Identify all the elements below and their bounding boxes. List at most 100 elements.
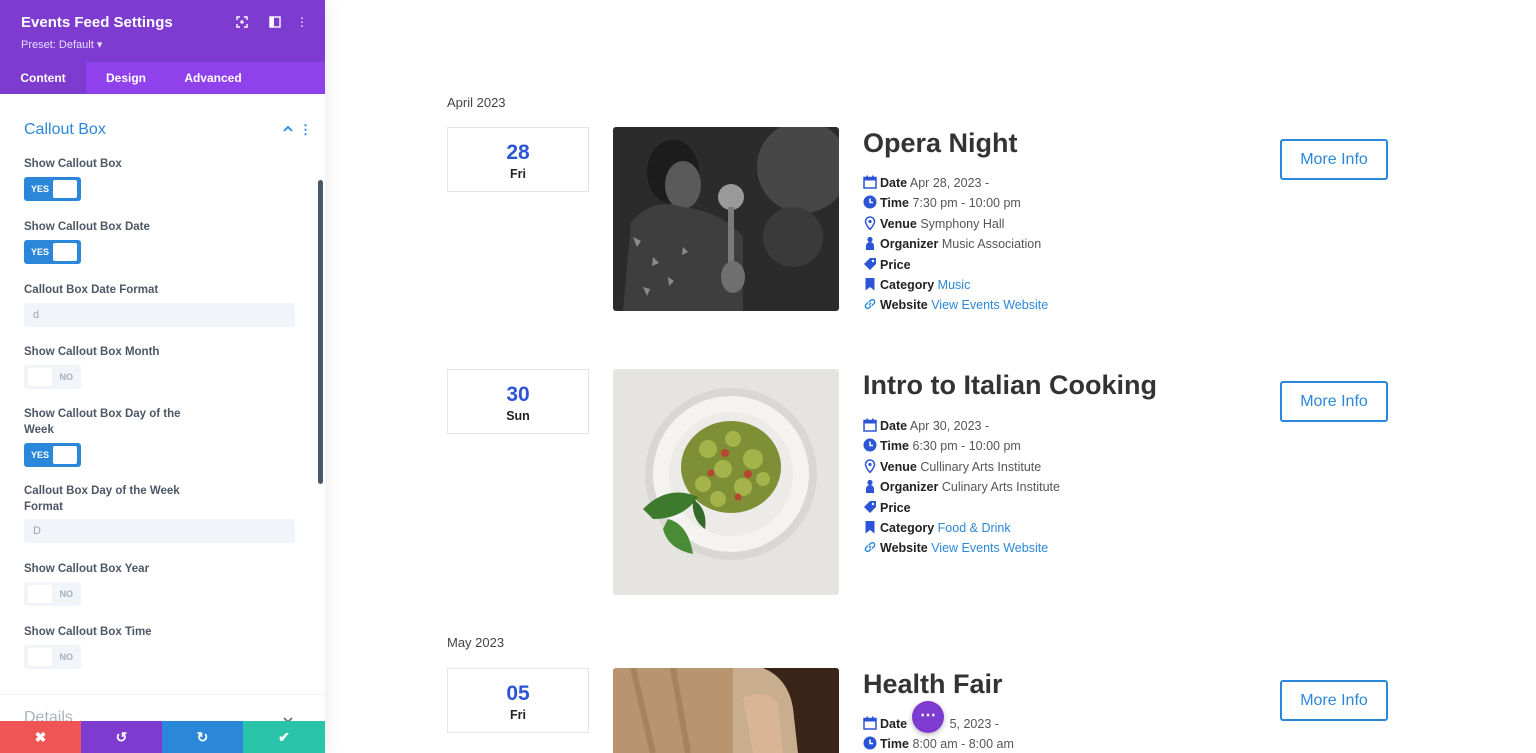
undo-button[interactable]: ↺: [81, 721, 162, 753]
setting-label: Show Callout Box Date: [24, 221, 150, 233]
map-pin-icon: [864, 216, 876, 230]
meta-key: Website: [880, 541, 928, 556]
website-link[interactable]: View Events Website: [931, 298, 1048, 312]
tab-content[interactable]: Content: [0, 62, 86, 94]
tab-design[interactable]: Design: [86, 62, 166, 94]
show-callout-box-date-toggle[interactable]: YES: [24, 240, 81, 264]
meta-key: Date: [880, 176, 908, 190]
link-icon: [864, 542, 876, 553]
user-icon: [866, 480, 874, 494]
show-callout-box-day-of-week-toggle[interactable]: YES: [24, 443, 81, 467]
setting-label: Show Callout Box Year: [24, 563, 150, 575]
meta-key: Organizer: [880, 237, 939, 252]
event-title[interactable]: Intro to Italian Cooking: [863, 370, 1157, 401]
callout-box: 30 Sun: [447, 369, 589, 434]
meta-value: Apr 30, 2023 -: [909, 419, 990, 433]
toggle-knob: [28, 648, 52, 666]
event-title[interactable]: Opera Night: [863, 128, 1018, 159]
meta-venue: Venue Cullinary Arts Institute: [863, 457, 1060, 477]
meta-category: Category Music: [863, 275, 1048, 295]
meta-price: Price: [863, 498, 1060, 518]
website-link[interactable]: View Events Website: [931, 541, 1048, 555]
meta-value: 7:30 pm - 10:00 pm: [912, 196, 1021, 211]
meta-time: Time 6:30 pm - 10:00 pm: [863, 436, 1060, 456]
setting-label: Callout Box Date Format: [24, 284, 159, 296]
settings-panel: Events Feed Settings Preset: Default ▾ ⋮…: [0, 0, 325, 753]
callout-day-of-week: Fri: [510, 708, 526, 722]
event-image-opera-singer[interactable]: [613, 127, 839, 311]
meta-key: Category: [880, 520, 935, 535]
toggle-knob: [28, 585, 52, 603]
event-meta: Date Apr 30, 2023 - Time 6:30 pm - 10:00…: [863, 416, 1060, 559]
event-image-pasta[interactable]: [613, 369, 839, 595]
event-title[interactable]: Health Fair: [863, 669, 1003, 700]
calendar-icon: [863, 175, 877, 189]
show-callout-box-month-toggle[interactable]: NO: [24, 365, 81, 389]
meta-organizer: Organizer Music Association: [863, 234, 1048, 254]
sidebar-icon[interactable]: [266, 13, 284, 31]
section-title-callout-box[interactable]: Callout Box: [24, 121, 106, 139]
clock-icon: [863, 195, 877, 209]
tag-icon: [864, 500, 876, 513]
meta-key: Price: [880, 500, 911, 515]
meta-website: Website View Events Website: [863, 538, 1060, 558]
section-divider: [0, 694, 325, 695]
toggle-state: NO: [59, 589, 74, 599]
meta-value: Symphony Hall: [920, 216, 1005, 231]
toggle-state: YES: [31, 247, 50, 257]
tab-advanced[interactable]: Advanced: [166, 62, 260, 94]
calendar-icon: [863, 716, 877, 730]
meta-key: Date: [880, 419, 908, 433]
setting-label: Show Callout Box Time: [24, 626, 152, 638]
chevron-up-icon[interactable]: [281, 122, 295, 136]
section-menu-icon[interactable]: ⋮: [299, 122, 312, 138]
preset-dropdown[interactable]: Preset: Default ▾: [21, 38, 102, 51]
ellipsis-icon[interactable]: ⋯: [912, 701, 944, 733]
meta-venue: Venue Symphony Hall: [863, 214, 1048, 234]
more-info-button[interactable]: More Info: [1280, 381, 1388, 422]
cancel-button[interactable]: ✖: [0, 721, 81, 753]
meta-category: Category Food & Drink: [863, 518, 1060, 538]
meta-value: Apr 28, 2023 -: [909, 176, 990, 190]
panel-scrollbar[interactable]: [318, 180, 323, 484]
save-button[interactable]: ✔: [243, 721, 325, 753]
more-info-button[interactable]: More Info: [1280, 680, 1388, 721]
callout-day-of-week: Sun: [506, 409, 530, 423]
meta-key: Time: [880, 196, 909, 211]
meta-price: Price: [863, 255, 1048, 275]
date-format-input[interactable]: d: [24, 303, 295, 327]
month-heading: April 2023: [447, 95, 506, 110]
more-vertical-icon[interactable]: ⋮: [293, 13, 311, 31]
toggle-state: NO: [59, 372, 74, 382]
callout-day-of-week: Fri: [510, 167, 526, 181]
show-callout-box-year-toggle[interactable]: NO: [24, 582, 81, 606]
meta-key: Venue: [880, 459, 917, 474]
clock-icon: [863, 736, 877, 750]
calendar-icon: [863, 418, 877, 432]
event-meta: Date Apr 28, 2023 - Time 7:30 pm - 10:00…: [863, 173, 1048, 316]
user-icon: [866, 237, 874, 251]
show-callout-box-time-toggle[interactable]: NO: [24, 645, 81, 669]
meta-key: Time: [880, 737, 909, 752]
show-callout-box-toggle[interactable]: YES: [24, 177, 81, 201]
callout-box: 05 Fri: [447, 668, 589, 733]
meta-value: Music Association: [941, 237, 1042, 252]
more-info-button[interactable]: More Info: [1280, 139, 1388, 180]
panel-header: Events Feed Settings Preset: Default ▾ ⋮: [0, 0, 325, 62]
category-link[interactable]: Food & Drink: [938, 521, 1011, 535]
meta-key: Time: [880, 439, 909, 454]
toggle-knob: [53, 243, 77, 261]
event-image-health-fair[interactable]: [613, 668, 839, 753]
meta-key: Category: [880, 277, 935, 292]
setting-label: Show Callout Box Month: [24, 346, 160, 358]
meta-key: Organizer: [880, 480, 939, 495]
toggle-state: YES: [31, 450, 50, 460]
fullscreen-icon[interactable]: [233, 13, 251, 31]
bookmark-icon: [865, 277, 875, 291]
day-of-week-format-input[interactable]: D: [24, 519, 295, 543]
category-link[interactable]: Music: [938, 278, 971, 292]
meta-time: Time 7:30 pm - 10:00 pm: [863, 193, 1048, 213]
redo-button[interactable]: ↻: [162, 721, 243, 753]
meta-key: Website: [880, 298, 928, 313]
month-heading: May 2023: [447, 635, 505, 650]
